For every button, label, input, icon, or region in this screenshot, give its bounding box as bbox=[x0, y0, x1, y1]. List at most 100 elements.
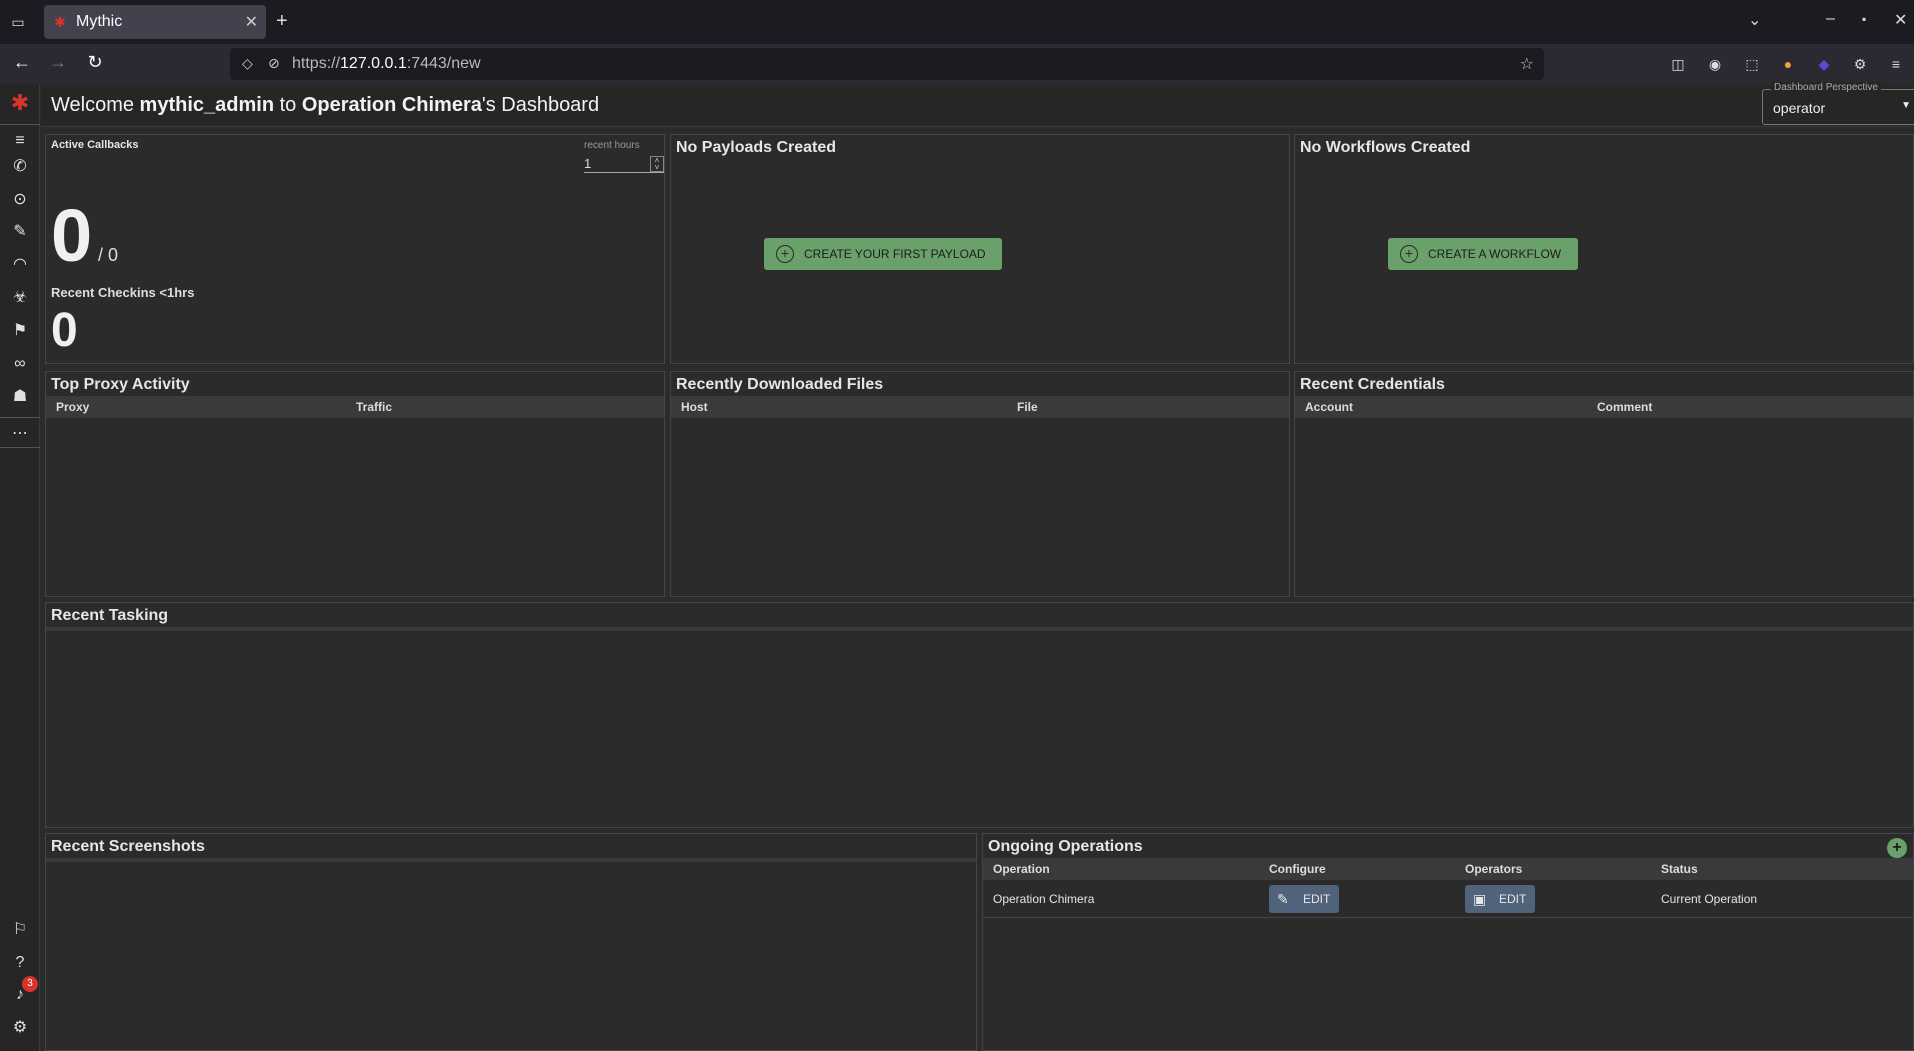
stepper-icon[interactable]: ˄ ˅ bbox=[650, 156, 664, 172]
browser-tab-bar: ▭ ✱ Mythic ✕ + ⌄ – ▪ ✕ bbox=[0, 0, 1914, 44]
sidebar-divider bbox=[0, 447, 40, 448]
welcome-text: Welcome mythic_admin to Operation Chimer… bbox=[51, 94, 600, 116]
headphones-icon[interactable]: ◠ bbox=[8, 253, 32, 277]
panel-title: Recent Credentials bbox=[1300, 376, 1445, 393]
panel-separator bbox=[46, 627, 1913, 631]
callbacks-phone-icon[interactable]: ✆ bbox=[8, 155, 32, 179]
contact-card-icon: ▣ bbox=[1473, 891, 1487, 907]
help-icon[interactable]: ? bbox=[8, 951, 32, 975]
recent-tasking-panel: Recent Tasking bbox=[45, 602, 1914, 828]
back-icon[interactable]: ← bbox=[10, 52, 34, 73]
feedback-icon[interactable]: ⚐ bbox=[8, 918, 32, 942]
button-label: CREATE A WORKFLOW bbox=[1428, 247, 1562, 261]
operators-edit-button[interactable]: ▣ EDIT bbox=[1465, 885, 1535, 913]
column-header[interactable]: Traffic bbox=[356, 400, 392, 414]
recent-hours-value: 1 bbox=[584, 156, 592, 171]
extension-cube-icon[interactable]: ◆ bbox=[1814, 54, 1834, 74]
plus-circle-icon: + bbox=[1400, 245, 1418, 263]
column-header[interactable]: File bbox=[1017, 400, 1038, 414]
table-header: Account Comment bbox=[1295, 396, 1913, 418]
perspective-value: operator bbox=[1773, 100, 1826, 116]
pencil-icon[interactable]: ✎ bbox=[8, 220, 32, 244]
menu-icon[interactable]: ≡ bbox=[1886, 54, 1906, 74]
table-row: Operation Chimera ✎ EDIT ▣ EDIT Current … bbox=[983, 880, 1913, 918]
hamburger-menu-icon[interactable]: ≡ bbox=[8, 129, 32, 153]
input-underline bbox=[584, 172, 664, 173]
perspective-label: Dashboard Perspective bbox=[1771, 82, 1881, 93]
configure-edit-button[interactable]: ✎ EDIT bbox=[1269, 885, 1339, 913]
active-callbacks-panel: Active Callbacks 0 / 0 Recent Checkins <… bbox=[45, 134, 665, 364]
button-label: CREATE YOUR FIRST PAYLOAD bbox=[804, 247, 986, 261]
operation-status: Current Operation bbox=[1661, 892, 1758, 906]
panel-title: Ongoing Operations bbox=[988, 838, 1143, 855]
biohazard-icon[interactable]: ☣ bbox=[8, 286, 32, 310]
panel-title: No Workflows Created bbox=[1300, 139, 1471, 156]
tab-list-icon[interactable]: ▭ bbox=[6, 10, 30, 34]
shield-icon: ◇ bbox=[242, 55, 253, 71]
payloads-panel: No Payloads Created + CREATE YOUR FIRST … bbox=[670, 134, 1290, 364]
recent-hours-label: recent hours bbox=[584, 140, 640, 151]
notifications-badge: 3 bbox=[22, 976, 38, 992]
panel-title: Recent Screenshots bbox=[51, 838, 205, 855]
url-bar[interactable]: ◇ ⊘ https://127.0.0.1:7443/new ☆ bbox=[230, 48, 1544, 80]
recent-hours-input[interactable]: recent hours 1 ˄ ˅ bbox=[584, 140, 664, 173]
recent-checkins-count: 0 bbox=[51, 304, 78, 357]
table-header: Host File bbox=[671, 396, 1289, 418]
tab-overflow-icon[interactable]: ⌄ bbox=[1748, 10, 1761, 30]
play-circle-icon[interactable]: ⊙ bbox=[8, 188, 32, 212]
proxy-panel: Top Proxy Activity Proxy Traffic bbox=[45, 371, 665, 597]
button-label: EDIT bbox=[1499, 892, 1527, 906]
minimize-icon[interactable]: – bbox=[1826, 10, 1835, 28]
column-header[interactable]: Host bbox=[681, 400, 708, 414]
forward-icon[interactable]: → bbox=[46, 52, 70, 73]
column-header[interactable]: Account bbox=[1305, 400, 1353, 414]
add-operation-button[interactable]: + bbox=[1887, 838, 1907, 858]
column-header[interactable]: Comment bbox=[1597, 400, 1652, 414]
checkered-flag-icon[interactable]: ⚑ bbox=[8, 319, 32, 343]
browser-nav-bar: ← → ↻ ◇ ⊘ https://127.0.0.1:7443/new ☆ ◫… bbox=[0, 44, 1914, 84]
maximize-icon[interactable]: ▪ bbox=[1862, 12, 1866, 26]
column-header[interactable]: Operators bbox=[1465, 862, 1522, 876]
account-icon[interactable]: ◉ bbox=[1705, 54, 1725, 74]
table-header: Operation Configure Operators Status bbox=[983, 858, 1913, 880]
extension-gear-icon[interactable]: ⚙ bbox=[1850, 54, 1870, 74]
operation-name: Operation Chimera bbox=[993, 892, 1095, 906]
mythic-logo-icon[interactable]: ✱ bbox=[8, 91, 32, 115]
recent-checkins-label: Recent Checkins <1hrs bbox=[51, 285, 195, 300]
active-callbacks-count: 0 bbox=[51, 194, 93, 277]
recent-screenshots-panel: Recent Screenshots bbox=[45, 833, 977, 1051]
workflows-panel: No Workflows Created + CREATE A WORKFLOW bbox=[1294, 134, 1914, 364]
sidebar-divider bbox=[0, 124, 40, 125]
app-sidebar: ✱ ≡ ✆ ⊙ ✎ ◠ ☣ ⚑ ∞ ☗ ⋯ ⚐ ? ♪ 3 ⚙ bbox=[0, 84, 40, 1051]
mythic-favicon-icon: ✱ bbox=[54, 14, 66, 30]
new-tab-icon[interactable]: + bbox=[276, 10, 288, 33]
column-header[interactable]: Proxy bbox=[56, 400, 89, 414]
column-header[interactable]: Configure bbox=[1269, 862, 1326, 876]
paperclip-icon[interactable]: ∞ bbox=[8, 352, 32, 376]
dashboard-perspective-select[interactable]: Dashboard Perspective operator ▼ bbox=[1762, 82, 1914, 125]
dashboard-header: Welcome mythic_admin to Operation Chimer… bbox=[41, 82, 1914, 127]
column-header[interactable]: Status bbox=[1661, 862, 1698, 876]
pocket-icon[interactable]: ◫ bbox=[1668, 54, 1688, 74]
create-workflow-button[interactable]: + CREATE A WORKFLOW bbox=[1388, 238, 1578, 270]
extension-fox-icon[interactable]: ● bbox=[1778, 54, 1798, 74]
close-window-icon[interactable]: ✕ bbox=[1894, 10, 1907, 30]
active-callbacks-total: / 0 bbox=[98, 245, 119, 265]
create-payload-button[interactable]: + CREATE YOUR FIRST PAYLOAD bbox=[764, 238, 1002, 270]
column-header[interactable]: Operation bbox=[993, 862, 1050, 876]
user-settings-icon[interactable]: ⚙ bbox=[8, 1016, 32, 1040]
downloads-panel: Recently Downloaded Files Host File bbox=[670, 371, 1290, 597]
panel-title: Top Proxy Activity bbox=[51, 376, 190, 393]
lock-icon: ⊘ bbox=[268, 55, 280, 71]
socks-icon[interactable]: ☗ bbox=[8, 385, 32, 409]
bookmark-star-icon[interactable]: ☆ bbox=[1520, 54, 1534, 74]
close-tab-icon[interactable]: ✕ bbox=[245, 12, 258, 32]
panel-separator bbox=[46, 858, 976, 862]
tab-title: Mythic bbox=[76, 13, 123, 30]
browser-tab[interactable]: ✱ Mythic ✕ bbox=[44, 5, 266, 39]
extensions-icon[interactable]: ⬚ bbox=[1742, 54, 1762, 74]
more-icon[interactable]: ⋯ bbox=[8, 422, 32, 446]
reload-icon[interactable]: ↻ bbox=[83, 52, 107, 73]
panel-title: No Payloads Created bbox=[676, 139, 837, 156]
panel-title: Recent Tasking bbox=[51, 607, 169, 624]
